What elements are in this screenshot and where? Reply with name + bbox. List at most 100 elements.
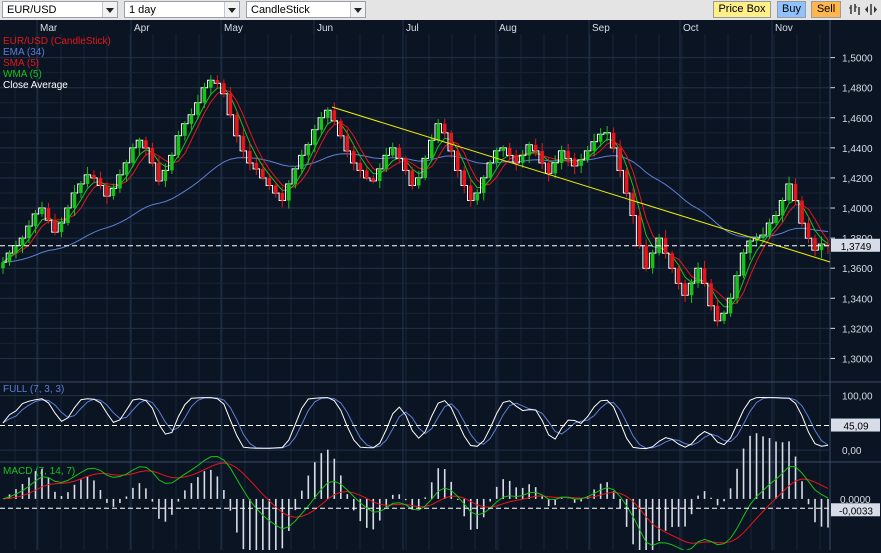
chart-area[interactable]: 1,30001,32001,34001,36001,38001,40001,42… bbox=[0, 20, 881, 553]
candle-body bbox=[267, 177, 272, 186]
toolbar: EUR/USD 1 day CandleStick Price Box Buy … bbox=[0, 0, 881, 21]
legend-item: Close Average bbox=[3, 80, 68, 91]
candle-body bbox=[689, 283, 694, 296]
stochastic-current-label: 45,09 bbox=[843, 422, 868, 433]
buy-button[interactable]: Buy bbox=[777, 1, 806, 18]
candle-body bbox=[72, 192, 77, 209]
candle-body bbox=[520, 155, 525, 163]
candle-body bbox=[488, 162, 492, 178]
candle-body bbox=[793, 183, 798, 201]
candle-body bbox=[339, 120, 343, 136]
candle-body bbox=[358, 162, 363, 171]
timeframe-value: 1 day bbox=[129, 4, 156, 16]
candle-body bbox=[215, 80, 220, 84]
candle-body bbox=[806, 223, 811, 239]
candle-body bbox=[20, 238, 25, 246]
candle-body bbox=[774, 215, 778, 224]
candle-body bbox=[196, 102, 200, 115]
candle-body bbox=[748, 241, 752, 254]
candle-body bbox=[98, 177, 103, 186]
candle-body bbox=[293, 168, 298, 184]
scroll-icon[interactable] bbox=[864, 2, 878, 17]
month-label: Oct bbox=[683, 23, 699, 34]
month-label: Aug bbox=[499, 23, 517, 34]
candle-body bbox=[767, 223, 772, 236]
candle-body bbox=[624, 170, 629, 193]
candle-body bbox=[163, 170, 168, 181]
chart-svg[interactable]: 1,30001,32001,34001,36001,38001,40001,42… bbox=[0, 20, 881, 553]
candle-body bbox=[416, 177, 421, 186]
stochastic-tag: 45,09 bbox=[831, 418, 880, 433]
candle-body bbox=[455, 150, 460, 171]
candle-body bbox=[501, 147, 505, 151]
candle-body bbox=[183, 123, 187, 136]
current-price-label: 1,3749 bbox=[841, 242, 872, 253]
candle-body bbox=[66, 208, 70, 224]
stochastic-tick-label: 0,00 bbox=[842, 446, 862, 457]
price-tick-label: 1,4600 bbox=[842, 114, 873, 125]
timeframe-dropdown[interactable]: 1 day bbox=[124, 1, 240, 18]
candle-body bbox=[222, 83, 226, 94]
bar-chart-icon[interactable] bbox=[848, 2, 862, 17]
candle-body bbox=[507, 147, 512, 156]
candle-body bbox=[313, 129, 317, 145]
chevron-down-icon[interactable] bbox=[224, 2, 239, 17]
stochastic-tick-label: 100,00 bbox=[842, 392, 873, 403]
candle-body bbox=[248, 150, 252, 163]
candle-body bbox=[202, 87, 207, 103]
candle-body bbox=[618, 147, 622, 171]
candle-body bbox=[377, 168, 382, 181]
macd-label: MACD (7, 14, 7) bbox=[3, 466, 75, 477]
price-tick-label: 1,5000 bbox=[842, 54, 873, 65]
candle-body bbox=[735, 275, 739, 299]
candle-body bbox=[572, 158, 577, 166]
candle-body bbox=[7, 253, 12, 263]
candle-body bbox=[644, 245, 648, 269]
candle-body bbox=[683, 283, 687, 296]
chevron-down-icon[interactable] bbox=[350, 2, 365, 17]
candle-body bbox=[442, 123, 447, 133]
candle-body bbox=[352, 150, 356, 163]
candle-body bbox=[364, 170, 369, 178]
symbol-value: EUR/USD bbox=[7, 4, 57, 16]
candle-body bbox=[429, 140, 434, 159]
chart-style-dropdown[interactable]: CandleStick bbox=[246, 1, 366, 18]
legend-item: EUR/USD (CandleStick) bbox=[3, 36, 111, 47]
candle-body bbox=[137, 140, 142, 148]
candle-body bbox=[105, 185, 109, 196]
candle-body bbox=[306, 144, 311, 156]
candle-body bbox=[319, 117, 324, 130]
chevron-down-icon[interactable] bbox=[102, 2, 117, 17]
candle-body bbox=[540, 150, 544, 163]
candle-body bbox=[559, 150, 564, 163]
stochastic-label: FULL (7, 3, 3) bbox=[3, 384, 64, 395]
candle-body bbox=[709, 283, 713, 306]
candle-body bbox=[261, 168, 265, 178]
candle-body bbox=[371, 177, 376, 181]
sell-button[interactable]: Sell bbox=[811, 1, 841, 18]
candle-body bbox=[228, 93, 233, 115]
month-label: Mar bbox=[40, 23, 58, 34]
price-box-button[interactable]: Price Box bbox=[713, 1, 771, 18]
legend-item: EMA (34) bbox=[3, 47, 45, 58]
symbol-dropdown[interactable]: EUR/USD bbox=[2, 1, 118, 18]
candle-body bbox=[150, 147, 155, 163]
candle-body bbox=[410, 170, 415, 186]
candle-body bbox=[189, 114, 194, 124]
month-label: Jul bbox=[406, 23, 419, 34]
candle-body bbox=[546, 162, 551, 174]
candle-body bbox=[241, 135, 246, 151]
candle-body bbox=[514, 155, 518, 163]
candle-body bbox=[59, 223, 64, 233]
candle-body bbox=[533, 144, 538, 151]
candle-body bbox=[124, 162, 129, 175]
macd-tag: -0,0033 bbox=[831, 503, 880, 517]
macd-current-label: -0,0033 bbox=[839, 506, 873, 517]
month-label: Nov bbox=[775, 23, 793, 34]
candle-body bbox=[468, 185, 473, 201]
candle-body bbox=[384, 155, 389, 169]
candle-body bbox=[780, 200, 785, 216]
price-tick-label: 1,4000 bbox=[842, 204, 873, 215]
price-tick-label: 1,3400 bbox=[842, 294, 873, 305]
chart-style-value: CandleStick bbox=[251, 4, 310, 16]
